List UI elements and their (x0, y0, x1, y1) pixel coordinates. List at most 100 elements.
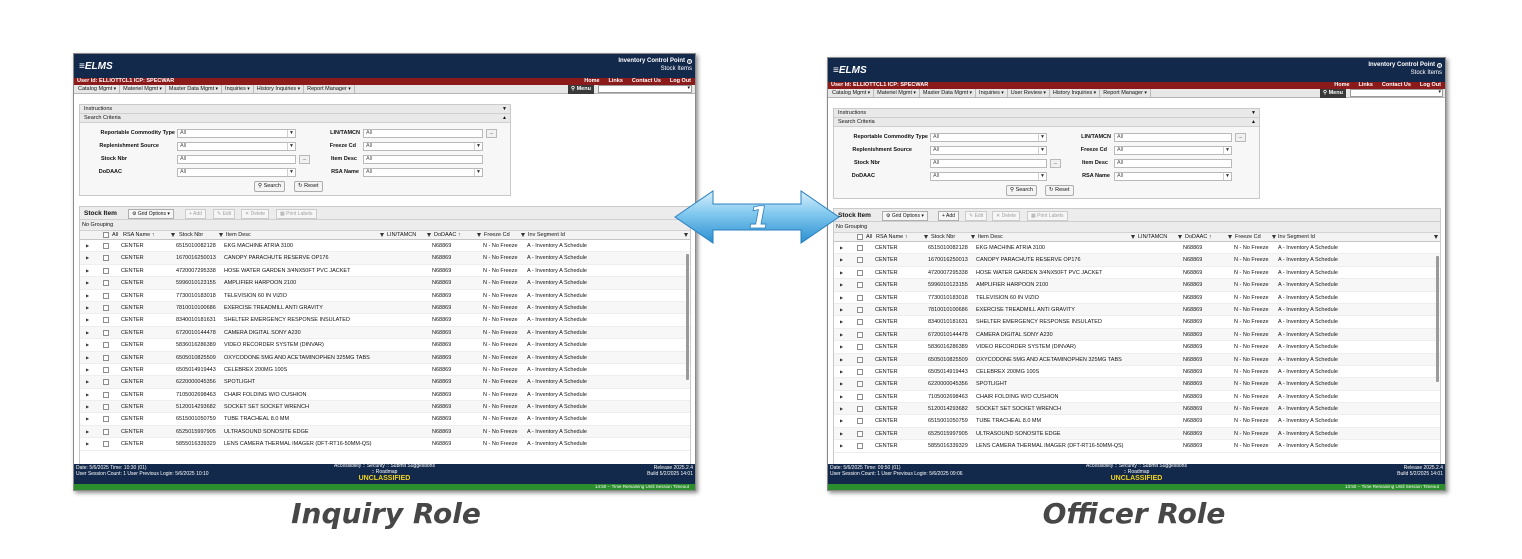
links-link[interactable]: Links (1359, 82, 1373, 89)
row-checkbox[interactable] (103, 441, 109, 448)
stock-nbr-input[interactable]: All (177, 155, 296, 164)
instructions-bar[interactable]: Instructions ▼ (834, 109, 1259, 118)
row-checkbox[interactable] (103, 243, 109, 249)
expand-row-icon[interactable]: ▶ (86, 314, 89, 326)
filter-icon[interactable] (219, 233, 223, 237)
accessibility-link[interactable]: Accessibility (1086, 463, 1113, 469)
col-inv-segment-id[interactable]: Inv Segment Id (1278, 233, 1315, 242)
search-criteria-bar[interactable]: Search Criteria ▲ (834, 118, 1259, 127)
help-icon[interactable]: ? (687, 58, 692, 64)
grid-options-button[interactable]: ⚙ Grid Options ▾ (882, 211, 928, 221)
menu-inquiries[interactable]: Inquiries (222, 85, 254, 93)
print-labels-button[interactable]: ▦ Print Labels (1027, 211, 1068, 221)
table-row[interactable]: ▶ CENTER 6515010082128 EKG MACHINE ATRIA 31… (834, 242, 1440, 255)
log-out-link[interactable]: Log Out (1420, 82, 1441, 89)
freeze-cd-select[interactable]: All ▼ (363, 142, 483, 151)
search-criteria-bar[interactable]: Search Criteria ▲ (80, 114, 510, 123)
lin-tamcn-lookup-button[interactable]: ... (486, 129, 497, 138)
expand-row-icon[interactable]: ▶ (840, 316, 843, 328)
table-row[interactable]: ▶ CENTER 1670016250013 CANOPY PARACHUTE RES… (80, 252, 690, 265)
filter-icon[interactable] (477, 233, 481, 237)
row-checkbox[interactable] (857, 257, 863, 264)
table-row[interactable]: ▶ CENTER 8340010181631 SHELTER EMERGENCY RE… (80, 314, 690, 327)
expand-row-icon[interactable]: ▶ (840, 267, 843, 279)
edit-button[interactable]: ✎ Edit (965, 211, 988, 221)
expand-row-icon[interactable]: ▶ (840, 254, 843, 266)
expand-row-icon[interactable]: ▶ (840, 354, 843, 366)
filter-icon[interactable] (1178, 235, 1182, 239)
filter-icon[interactable] (924, 235, 928, 239)
expand-row-icon[interactable]: ▶ (86, 413, 89, 425)
reset-button[interactable]: ↻ Reset (294, 181, 323, 192)
table-row[interactable]: ▶ CENTER 4720007295338 HOSE WATER GARDEN 3/… (80, 265, 690, 278)
table-row[interactable]: ▶ CENTER 5120014293682 SOCKET SET SOCKET WR… (80, 401, 690, 414)
row-checkbox[interactable] (103, 280, 109, 287)
row-checkbox[interactable] (103, 416, 109, 423)
row-checkbox[interactable] (857, 443, 863, 450)
expand-row-icon[interactable]: ▶ (86, 252, 89, 264)
reset-button[interactable]: ↻ Reset (1045, 185, 1074, 196)
filter-icon[interactable] (171, 233, 175, 237)
col-item-desc[interactable]: Item Desc (978, 233, 1003, 242)
log-out-link[interactable]: Log Out (670, 78, 691, 85)
home-link[interactable]: Home (1334, 82, 1349, 89)
row-checkbox[interactable] (857, 381, 863, 388)
row-checkbox[interactable] (103, 267, 109, 274)
row-checkbox[interactable] (857, 294, 863, 301)
table-row[interactable]: ▶ CENTER 7730010183018 TELEVISION 60 IN VIZ… (80, 290, 690, 302)
expand-row-icon[interactable]: ▶ (86, 364, 89, 376)
menu-search-input[interactable] (598, 85, 692, 93)
roadmap-link[interactable]: Roadmap (376, 469, 398, 475)
row-checkbox[interactable] (103, 304, 109, 311)
menu-history-inquiries[interactable]: History Inquiries (254, 85, 305, 93)
col-dodaac[interactable]: DoDAAC ↑ (434, 231, 461, 240)
row-checkbox[interactable] (103, 354, 109, 361)
grid-scrollbar[interactable] (686, 254, 689, 380)
table-row[interactable]: ▶ CENTER 6525015997905 ULTRASOUND SONOSITE … (834, 427, 1440, 441)
expand-row-icon[interactable]: ▶ (86, 401, 89, 413)
col-lin-tamcn[interactable]: LIN/TAMCN (1138, 233, 1167, 242)
expand-row-icon[interactable]: ▶ (840, 366, 843, 378)
grid-options-button[interactable]: ⚙ Grid Options ▾ (128, 209, 174, 219)
expand-row-icon[interactable]: ▶ (840, 391, 843, 403)
menu-catalog-mgmt[interactable]: Catalog Mgmt (75, 85, 121, 93)
menu-search-button[interactable]: ⚲ Menu (568, 85, 594, 94)
filter-icon[interactable] (380, 233, 384, 237)
table-row[interactable]: ▶ CENTER 5120014293682 SOCKET SET SOCKET WR… (834, 403, 1440, 416)
expand-row-icon[interactable]: ▶ (86, 426, 89, 438)
row-checkbox[interactable] (857, 331, 863, 338)
table-row[interactable]: ▶ CENTER 5996010123155 AMPLIFIER HARPOON 21… (80, 277, 690, 290)
table-row[interactable]: ▶ CENTER 6515001050759 TUBE TRACHEAL 8.0 MM… (834, 415, 1440, 428)
col-freeze-cd[interactable]: Freeze Cd (484, 231, 510, 240)
table-row[interactable]: ▶ CENTER 5855016339329 LENS CAMERA THERMAL … (834, 440, 1440, 453)
filter-icon[interactable] (1434, 235, 1438, 239)
select-all-checkbox[interactable] (103, 232, 109, 238)
row-checkbox[interactable] (857, 406, 863, 413)
lin-tamcn-lookup-button[interactable]: ... (1235, 133, 1246, 142)
table-row[interactable]: ▶ CENTER 6525015997905 ULTRASOUND SONOSITE … (80, 425, 690, 439)
menu-master-data-mgmt[interactable]: Master Data Mgmt (166, 85, 223, 93)
expand-row-icon[interactable]: ▶ (840, 304, 843, 316)
add-button[interactable]: + Add (185, 209, 206, 219)
links-link[interactable]: Links (609, 78, 623, 85)
table-row[interactable]: ▶ CENTER 4720007295338 HOSE WATER GARDEN 3/… (834, 267, 1440, 280)
row-checkbox[interactable] (857, 245, 863, 251)
filter-icon[interactable] (427, 233, 431, 237)
menu-report-manager[interactable]: Report Manager (1100, 89, 1151, 97)
row-checkbox[interactable] (103, 404, 109, 411)
row-checkbox[interactable] (103, 366, 109, 373)
expand-row-icon[interactable]: ▶ (86, 389, 89, 401)
expand-row-icon[interactable]: ▶ (86, 290, 89, 302)
expand-row-icon[interactable]: ▶ (86, 277, 89, 289)
table-row[interactable]: ▶ CENTER 7730010183018 TELEVISION 60 IN VIZ… (834, 292, 1440, 304)
col-stock-nbr[interactable]: Stock Nbr (179, 231, 203, 240)
col-lin-tamcn[interactable]: LIN/TAMCN (387, 231, 416, 240)
reportable-commodity-type-select[interactable]: All ▼ (177, 129, 296, 138)
row-checkbox[interactable] (857, 306, 863, 313)
expand-row-icon[interactable]: ▶ (86, 302, 89, 314)
row-checkbox[interactable] (103, 391, 109, 398)
expand-row-icon[interactable]: ▶ (86, 327, 89, 339)
filter-icon[interactable] (971, 235, 975, 239)
rsa-name-select[interactable]: All ▼ (363, 168, 483, 177)
expand-row-icon[interactable]: ▶ (840, 403, 843, 415)
